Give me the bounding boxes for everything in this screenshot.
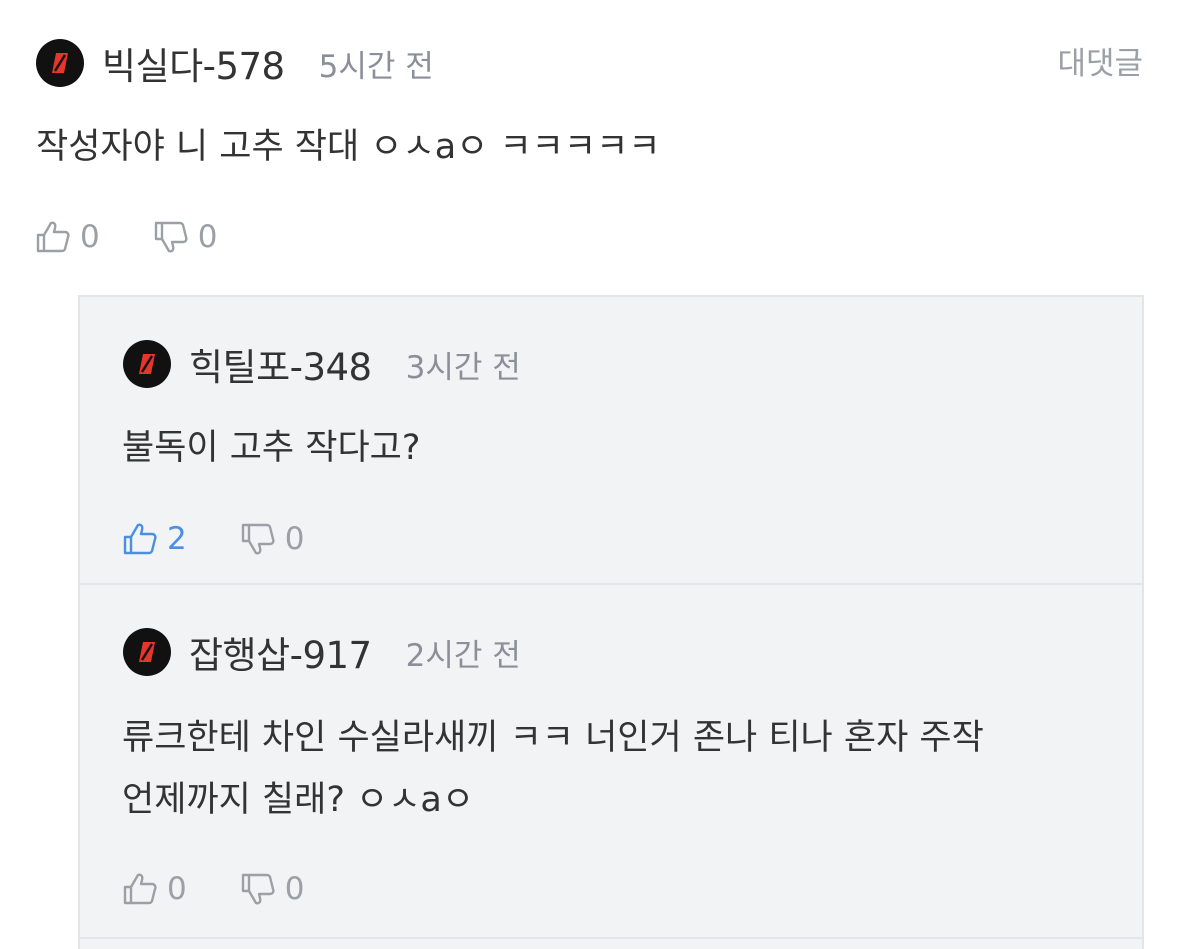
dislike-button[interactable]: 0 — [239, 520, 305, 558]
like-count: 0 — [167, 871, 187, 907]
thumbs-down-icon — [154, 221, 188, 253]
reply-text: 불독이 고추 작다고? — [122, 428, 421, 468]
comment: 빅실다-578 5시간 전 대댓글 작성자야 니 고추 작대 ㅇㅅaㅇ ㅋㅋㅋㅋ… — [0, 0, 1179, 295]
reply-item: 잡행삽-917 2시간 전 류크한테 차인 수실라새끼 ㅋㅋ 너인거 존나 티나… — [78, 585, 1144, 939]
reply-header: 힉틸포-348 3시간 전 — [123, 337, 521, 391]
avatar[interactable] — [123, 628, 171, 676]
reply-text-line-2: 언제까지 칠래? ㅇㅅaㅇ — [122, 780, 475, 820]
timestamp: 5시간 전 — [318, 48, 434, 85]
reply-item: 힉틸포-348 3시간 전 불독이 고추 작다고? 2 0 — [78, 295, 1144, 585]
dislike-count: 0 — [284, 521, 305, 557]
like-button[interactable]: 0 — [34, 218, 100, 256]
like-button[interactable]: 0 — [121, 870, 187, 908]
thumbs-down-icon — [241, 873, 275, 905]
red-slash-logo-icon — [139, 354, 155, 374]
reply-item-partial — [78, 939, 1144, 949]
vote-bar: 0 0 — [34, 218, 269, 256]
reply-text-line-1: 류크한테 차인 수실라새끼 ㅋㅋ 너인거 존나 티나 혼자 주작 — [122, 718, 984, 758]
thumbs-up-icon — [123, 523, 157, 555]
username[interactable]: 빅실다-578 — [102, 36, 285, 90]
comment-header: 빅실다-578 5시간 전 — [36, 36, 434, 90]
avatar[interactable] — [36, 39, 84, 87]
dislike-button[interactable]: 0 — [239, 870, 305, 908]
username[interactable]: 힉틸포-348 — [189, 337, 372, 391]
reply-button[interactable]: 대댓글 — [1057, 38, 1143, 83]
like-count: 2 — [167, 521, 187, 557]
vote-bar: 0 0 — [121, 870, 356, 908]
like-count: 0 — [80, 219, 100, 255]
thumbs-up-icon — [123, 873, 157, 905]
thumbs-down-icon — [241, 523, 275, 555]
comment-thread: 빅실다-578 5시간 전 대댓글 작성자야 니 고추 작대 ㅇㅅaㅇ ㅋㅋㅋㅋ… — [0, 0, 1179, 949]
dislike-count: 0 — [197, 219, 218, 255]
username[interactable]: 잡행삽-917 — [189, 625, 372, 679]
avatar[interactable] — [123, 340, 171, 388]
comment-text: 작성자야 니 고추 작대 ㅇㅅaㅇ ㅋㅋㅋㅋㅋ — [36, 127, 661, 167]
timestamp: 3시간 전 — [405, 349, 521, 386]
dislike-button[interactable]: 0 — [152, 218, 218, 256]
thumbs-up-icon — [36, 221, 70, 253]
dislike-count: 0 — [284, 871, 305, 907]
red-slash-logo-icon — [52, 53, 68, 73]
like-button[interactable]: 2 — [121, 520, 187, 558]
timestamp: 2시간 전 — [405, 637, 521, 674]
vote-bar: 2 0 — [121, 520, 356, 558]
reply-header: 잡행삽-917 2시간 전 — [123, 625, 521, 679]
red-slash-logo-icon — [139, 642, 155, 662]
